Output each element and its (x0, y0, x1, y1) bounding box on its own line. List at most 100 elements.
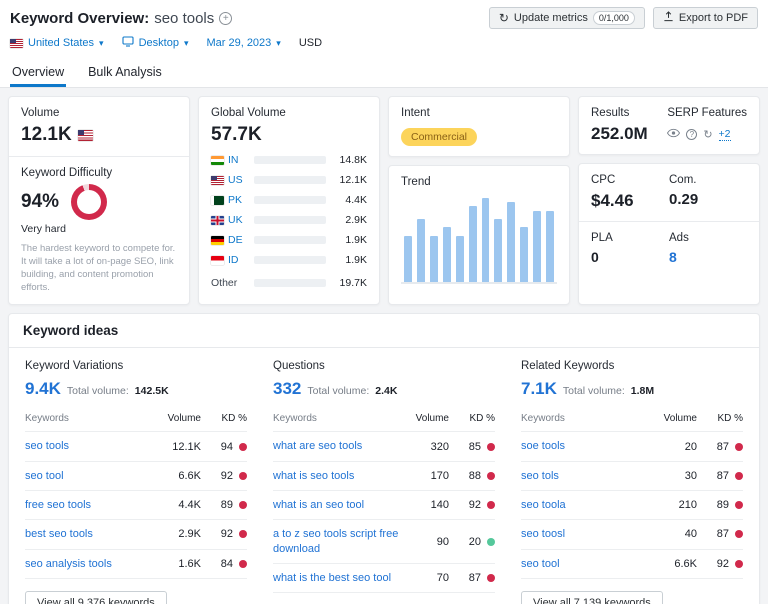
kd-value: 92 (716, 557, 729, 570)
volume-bar (254, 156, 326, 164)
currency-label: USD (298, 37, 323, 49)
trend-bar (416, 219, 425, 282)
keyword-link[interactable]: seo tools (25, 439, 161, 453)
keyword-link[interactable]: free seo tools (25, 498, 161, 512)
results-value: 252.0M (591, 124, 648, 143)
keyword-volume: 30 (684, 469, 697, 482)
related-keywords-column: Related Keywords 7.1K Total volume: 1.8M… (521, 360, 743, 604)
country-code-link[interactable]: DE (228, 234, 243, 246)
trend-label: Trend (401, 176, 431, 188)
related-count-link[interactable]: 7.1K (521, 379, 557, 399)
keyword-link[interactable]: what is seo tools (273, 469, 409, 483)
keyword-volume: 2.9K (178, 528, 201, 541)
keyword-link[interactable]: seo toola (521, 498, 657, 512)
view-all-related-button[interactable]: View all 7,139 keywords (521, 590, 663, 604)
keyword-kd: 20 (449, 536, 495, 548)
country-volume-value: 14.8K (339, 154, 367, 166)
keyword-link[interactable]: best seo tools (25, 527, 161, 541)
questions-column: Questions 332 Total volume: 2.4K Keyword… (273, 360, 495, 604)
total-volume-value: 142.5K (134, 385, 169, 398)
country-code-link[interactable]: US (228, 174, 243, 186)
keyword-volume: 320 (430, 440, 449, 453)
date-selector[interactable]: Mar 29, 2023 ▾ (206, 37, 280, 49)
export-icon (663, 11, 674, 25)
serp-more-link[interactable]: +2 (718, 128, 731, 141)
keyword-link[interactable]: what is an seo tool (273, 498, 409, 512)
chevron-down-icon: ▾ (183, 37, 189, 48)
questions-count-link[interactable]: 332 (273, 379, 301, 399)
country-volume-row: DE 1.9K (211, 234, 367, 246)
results-label: Results (591, 107, 630, 119)
keyword-link[interactable]: seo tool (521, 557, 657, 571)
device-selector[interactable]: Desktop ▾ (122, 36, 189, 50)
keyword-ideas-title: Keyword ideas (9, 314, 759, 349)
add-keyword-icon[interactable]: + (219, 11, 233, 25)
question-circle-icon: ? (686, 128, 698, 140)
trend-bar (468, 206, 477, 282)
table-row: seo toola 210 89 (521, 491, 743, 521)
intent-badge[interactable]: Commercial (401, 128, 478, 146)
refresh-icon: ↻ (498, 11, 509, 25)
keyword-link[interactable]: a to z seo tools script free download (273, 527, 409, 556)
tab-overview[interactable]: Overview (10, 58, 66, 87)
trend-bar (507, 202, 516, 282)
tab-bulk-analysis[interactable]: Bulk Analysis (86, 58, 164, 87)
keyword-kd: 88 (449, 470, 495, 482)
keyword-volume: 210 (678, 499, 697, 512)
keyword-kd: 92 (449, 499, 495, 511)
volume-label: Volume (21, 107, 60, 119)
total-volume-label: Total volume: (66, 385, 129, 398)
table-row: a to z seo tools script free download 90… (273, 520, 495, 564)
keyword-link[interactable]: soe tools (521, 439, 657, 453)
keyword-kd: 92 (697, 558, 743, 570)
country-code-link[interactable]: IN (228, 154, 239, 166)
competition-value: 0.29 (669, 191, 699, 208)
trend-bar (546, 210, 555, 282)
update-metrics-button[interactable]: ↻ Update metrics 0/1,000 (488, 7, 645, 29)
keyword-link[interactable]: seo tols (521, 469, 657, 483)
keyword-volume: 140 (430, 499, 449, 512)
keyword-kd: 84 (201, 558, 247, 570)
country-code-link[interactable]: UK (228, 214, 243, 226)
variations-table: Keywords Volume KD % seo tools 12.1K 94 … (25, 409, 247, 579)
intent-label: Intent (401, 107, 430, 119)
keywords-header: Keywords (273, 413, 317, 425)
volume-header: Volume (167, 413, 201, 425)
keyword-difficulty-label: Keyword Difficulty (21, 167, 113, 179)
competition-label: Com. (669, 174, 697, 186)
kd-value: 87 (716, 528, 729, 541)
view-all-variations-button[interactable]: View all 9,376 keywords (25, 590, 167, 604)
keyword-kd: 94 (201, 441, 247, 453)
other-label: Other (211, 277, 238, 289)
kd-value: 88 (468, 469, 481, 482)
de-flag-icon (211, 235, 224, 245)
keyword-link[interactable]: seo tool (25, 469, 161, 483)
kd-dot (487, 537, 495, 546)
keyword-link[interactable]: seo analysis tools (25, 557, 161, 571)
ads-value[interactable]: 8 (669, 249, 747, 265)
uk-flag-icon (211, 215, 224, 225)
us-flag-icon (211, 175, 224, 185)
device-label: Desktop (138, 37, 179, 49)
volume-value: 12.1K (21, 124, 72, 145)
keyword-kd: 92 (201, 470, 247, 482)
variations-count-link[interactable]: 9.4K (25, 379, 61, 399)
keyword-link[interactable]: what are seo tools (273, 439, 409, 453)
country-selector[interactable]: United States ▾ (10, 37, 104, 49)
keyword-link[interactable]: seo toosl (521, 527, 657, 541)
table-row: seo tool 6.6K 92 (521, 550, 743, 579)
keyword-kd: 87 (449, 572, 495, 584)
total-volume-value: 2.4K (375, 385, 398, 398)
table-header-row: Keywords Volume KD % (273, 409, 495, 433)
kd-dot (239, 559, 247, 568)
global-volume-value: 57.7K (211, 124, 262, 145)
intent-trend-column: Intent Commercial Trend (388, 96, 570, 306)
volume-bar (254, 176, 326, 184)
other-volume-value: 19.7K (339, 277, 367, 289)
export-pdf-button[interactable]: Export to PDF (652, 7, 758, 29)
country-code-link[interactable]: ID (228, 254, 239, 266)
country-code-link[interactable]: PK (228, 194, 242, 206)
keyword-link[interactable]: what is the best seo tool (273, 571, 409, 585)
trend-card: Trend (388, 165, 570, 306)
table-header-row: Keywords Volume KD % (25, 409, 247, 433)
